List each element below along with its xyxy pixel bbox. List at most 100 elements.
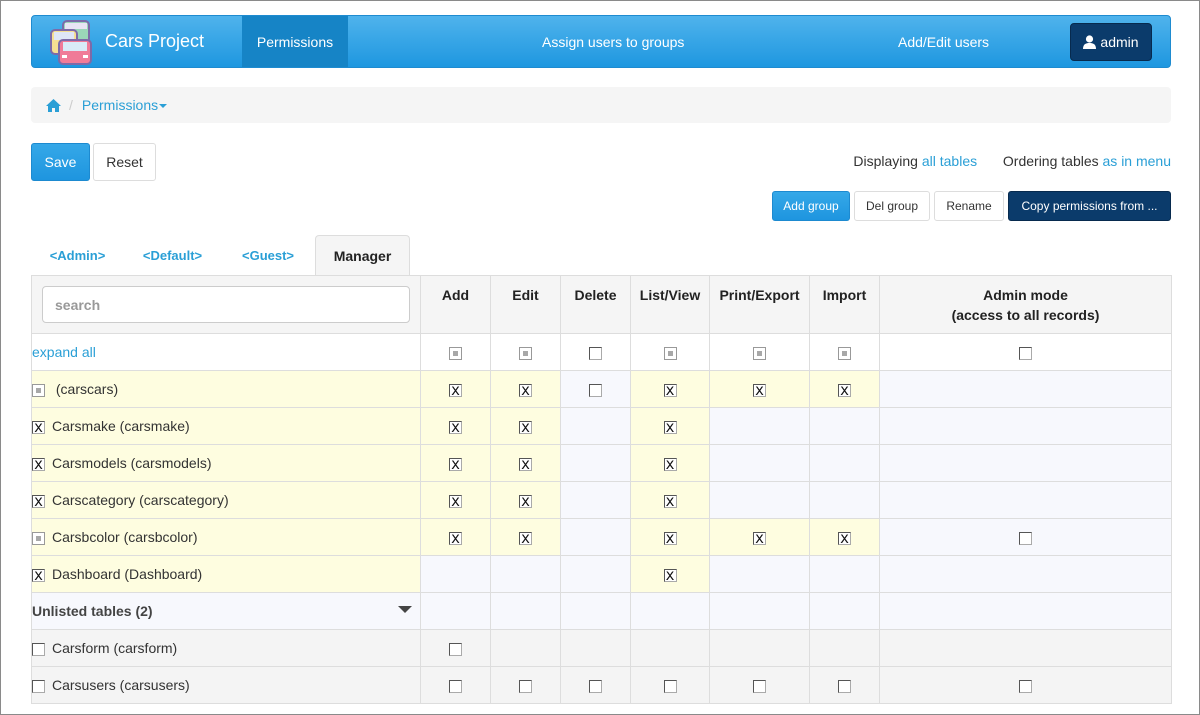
print-export-cell xyxy=(709,407,810,445)
list-view-cell xyxy=(630,444,710,482)
select-all-delete-checkbox[interactable] xyxy=(589,346,602,360)
import-checkbox[interactable] xyxy=(838,530,851,546)
nav-add-edit-users[interactable]: Add/Edit users xyxy=(898,16,989,67)
empty-cell xyxy=(560,592,631,630)
admin-mode-checkbox[interactable] xyxy=(1019,531,1032,545)
save-button[interactable]: Save xyxy=(31,143,90,181)
header-row: search Add Edit Delete List/View Print/E… xyxy=(31,275,1172,334)
admin-mode-cell xyxy=(879,407,1172,445)
search-input[interactable]: search xyxy=(42,286,410,323)
ordering-link[interactable]: as in menu xyxy=(1103,153,1171,169)
collapse-triangle-icon[interactable] xyxy=(398,606,412,613)
select-all-add-checkbox[interactable] xyxy=(449,346,462,360)
import-checkbox[interactable] xyxy=(838,679,851,693)
list-view-checkbox[interactable] xyxy=(663,419,677,435)
ordering-label: Ordering tables xyxy=(1002,153,1099,169)
add-cell xyxy=(420,407,491,445)
table-name: Dashboard (Dashboard) xyxy=(52,566,203,582)
row-checkbox[interactable] xyxy=(32,642,45,656)
search-cell: search xyxy=(31,275,421,334)
print-export-checkbox[interactable] xyxy=(753,382,766,398)
select-all-admin-mode-checkbox[interactable] xyxy=(1019,346,1032,360)
brand[interactable]: Cars Project xyxy=(32,16,242,67)
edit-checkbox[interactable] xyxy=(519,419,532,435)
table-name: Carscategory (carscategory) xyxy=(52,492,229,508)
row-checkbox[interactable] xyxy=(32,493,45,509)
column-header-import: Import xyxy=(809,275,880,334)
list-view-cell xyxy=(630,407,710,445)
tab-admin[interactable]: <Admin> xyxy=(31,235,124,275)
displaying-filter-link[interactable]: all tables xyxy=(922,153,977,169)
tab-manager[interactable]: Manager xyxy=(315,235,410,275)
print-export-checkbox[interactable] xyxy=(753,530,766,546)
list-view-checkbox[interactable] xyxy=(663,382,677,398)
add-checkbox[interactable] xyxy=(449,679,462,693)
table-name-cell: Carsbcolor (carsbcolor) xyxy=(31,518,421,556)
import-cell xyxy=(809,407,880,445)
column-header-list-view: List/View xyxy=(630,275,710,334)
row-checkbox[interactable] xyxy=(32,567,45,583)
select-all-list-view-checkbox[interactable] xyxy=(663,346,677,360)
row-checkbox[interactable] xyxy=(32,531,45,545)
unlisted-tables-row: Unlisted tables (2) xyxy=(31,592,1172,630)
unlisted-tables-label: Unlisted tables (2) xyxy=(32,603,153,619)
import-cell xyxy=(809,555,880,593)
import-checkbox[interactable] xyxy=(838,382,851,398)
add-checkbox[interactable] xyxy=(449,642,462,656)
add-group-button[interactable]: Add group xyxy=(772,191,850,221)
admin-mode-cell xyxy=(879,481,1172,519)
import-cell xyxy=(809,629,880,667)
edit-checkbox[interactable] xyxy=(519,679,532,693)
row-checkbox[interactable] xyxy=(32,456,45,472)
print-export-cell xyxy=(709,629,810,667)
list-view-checkbox[interactable] xyxy=(663,567,677,583)
edit-checkbox[interactable] xyxy=(519,493,532,509)
row-checkbox[interactable] xyxy=(32,679,45,693)
table-row: Carsusers (carsusers) xyxy=(31,666,1172,704)
home-icon[interactable] xyxy=(46,98,61,112)
copy-permissions-button[interactable]: Copy permissions from ... xyxy=(1008,191,1171,221)
nav-assign-users-to-groups[interactable]: Assign users to groups xyxy=(542,16,684,67)
column-header-delete: Delete xyxy=(560,275,631,334)
edit-checkbox[interactable] xyxy=(519,456,532,472)
print-export-checkbox[interactable] xyxy=(753,679,766,693)
delete-checkbox[interactable] xyxy=(589,679,602,693)
add-checkbox[interactable] xyxy=(449,456,462,472)
list-view-checkbox[interactable] xyxy=(663,679,677,693)
toolbar: Save Reset Displaying all tables Orderin… xyxy=(31,123,1171,233)
rename-button[interactable]: Rename xyxy=(934,191,1004,221)
select-all-print-export-checkbox[interactable] xyxy=(753,346,766,360)
delete-checkbox[interactable] xyxy=(589,383,602,397)
add-cell xyxy=(420,518,491,556)
list-view-checkbox[interactable] xyxy=(663,456,677,472)
del-group-button[interactable]: Del group xyxy=(854,191,930,221)
list-view-checkbox[interactable] xyxy=(663,493,677,509)
caret-down-icon xyxy=(159,104,168,109)
add-checkbox[interactable] xyxy=(449,530,462,546)
add-checkbox[interactable] xyxy=(449,493,462,509)
tab-guest[interactable]: <Guest> xyxy=(221,235,315,275)
table-row: Dashboard (Dashboard) xyxy=(31,555,1172,593)
list-view-checkbox[interactable] xyxy=(663,530,677,546)
user-menu-button[interactable]: admin xyxy=(1070,23,1152,61)
reset-button[interactable]: Reset xyxy=(93,143,156,181)
list-view-cell xyxy=(630,555,710,593)
row-checkbox[interactable] xyxy=(32,419,45,435)
admin-mode-checkbox[interactable] xyxy=(1019,679,1032,693)
row-checkbox[interactable] xyxy=(32,383,45,397)
breadcrumb-permissions-dropdown[interactable]: Permissions xyxy=(82,97,168,113)
select-all-import-checkbox[interactable] xyxy=(838,346,851,360)
select-all-edit-checkbox[interactable] xyxy=(519,346,532,360)
column-header-edit: Edit xyxy=(490,275,561,334)
tab-default[interactable]: <Default> xyxy=(124,235,221,275)
column-header-print-export: Print/Export xyxy=(709,275,810,334)
nav-permissions[interactable]: Permissions xyxy=(242,16,348,67)
add-checkbox[interactable] xyxy=(449,382,462,398)
edit-checkbox[interactable] xyxy=(519,530,532,546)
edit-cell xyxy=(490,481,561,519)
expand-all-print-export-cell xyxy=(709,333,810,371)
edit-checkbox[interactable] xyxy=(519,382,532,398)
add-checkbox[interactable] xyxy=(449,419,462,435)
edit-cell xyxy=(490,370,561,408)
expand-all-link[interactable]: expand all xyxy=(32,344,96,360)
